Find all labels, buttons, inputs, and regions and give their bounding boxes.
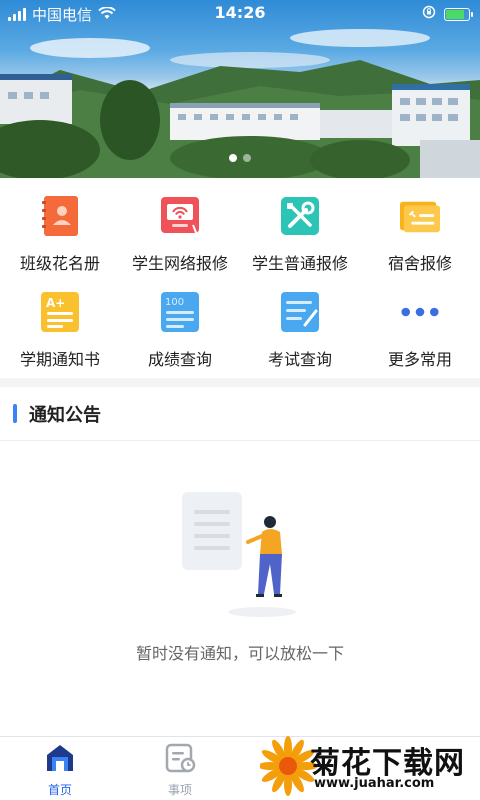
campus-photo [0,29,480,178]
section-divider [0,378,480,387]
grid-item-label: 班级花名册 [19,254,100,273]
report-card-icon: A+ [40,290,80,334]
score-icon: 100 [160,290,200,334]
grid-item-label: 学生普通报修 [251,254,348,273]
empty-state-message: 暂时没有通知，可以放松一下 [135,644,344,663]
grid-item-label: 考试查询 [267,350,332,369]
grid-item-dorm-repair[interactable]: 宿舍报修 [360,186,480,282]
empty-state-illustration [182,492,296,617]
function-grid: 班级花名册 学生网络报修 学生普通报修 宿舍报修 A+ 学期通知书 100 成绩… [0,186,480,378]
notice-header: 通知公告 [0,387,480,441]
status-bar: 中国电信 14:26 [0,0,480,26]
orientation-lock-icon [422,5,436,23]
grid-item-network-repair[interactable]: 学生网络报修 [120,186,240,282]
tasks-icon [164,743,196,777]
grid-item-exam-query[interactable]: 考试查询 [240,282,360,378]
grid-item-label: 成绩查询 [147,350,212,369]
section-accent-bar [13,404,17,423]
exam-icon [280,290,320,334]
grid-item-label: 学期通知书 [19,350,100,369]
grid-item-score-query[interactable]: 100 成绩查询 [120,282,240,378]
dorm-repair-icon [400,194,440,238]
grid-item-report-card[interactable]: A+ 学期通知书 [0,282,120,378]
grid-item-label: 学生网络报修 [131,254,228,273]
svg-text:A+: A+ [46,296,65,310]
more-icon [400,290,440,334]
grid-item-more[interactable]: 更多常用 [360,282,480,378]
notice-title: 通知公告 [29,404,101,426]
grid-item-roster[interactable]: 班级花名册 [0,186,120,282]
tab-label: 首页 [47,783,72,797]
tools-icon [280,194,320,238]
grid-item-general-repair[interactable]: 学生普通报修 [240,186,360,282]
clock: 14:26 [214,3,266,22]
network-repair-icon [160,194,200,238]
svg-text:100: 100 [165,297,184,308]
tab-label: 事项 [167,783,192,797]
watermark: 菊花下载网 www.juahar.com [258,734,480,800]
home-icon [44,743,76,777]
grid-item-label: 宿舍报修 [387,254,452,273]
tab-tasks[interactable]: 事项 [150,743,210,798]
carousel-dot[interactable] [229,154,237,162]
roster-icon [40,194,80,238]
watermark-url: www.juahar.com [314,776,435,791]
carousel-dot[interactable] [243,154,251,162]
battery-icon [444,7,473,21]
grid-item-label: 更多常用 [387,350,452,369]
banner[interactable]: 中国电信 14:26 [0,0,480,178]
carousel-indicator[interactable] [0,154,480,162]
tab-home[interactable]: 首页 [30,743,90,798]
